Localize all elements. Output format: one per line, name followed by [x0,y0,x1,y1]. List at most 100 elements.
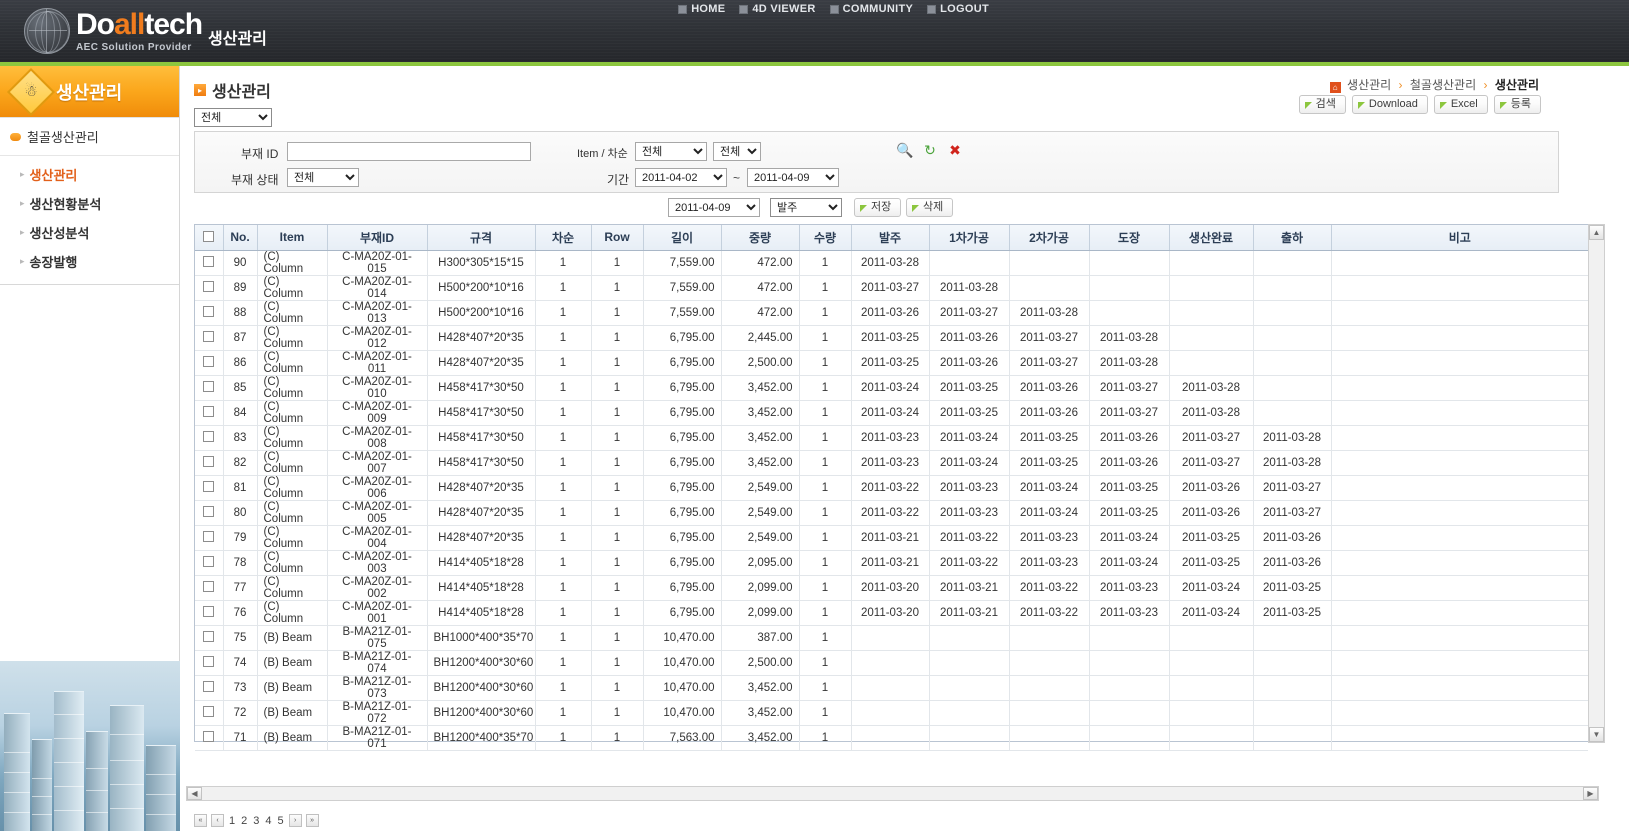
scope-select[interactable]: 전체 [194,108,272,127]
page-number-3[interactable]: 3 [252,815,260,827]
batch-date-select[interactable]: 2011-04-09 [668,198,760,217]
batch-select[interactable]: 전체 [713,142,761,161]
row-select-cell[interactable] [195,275,224,301]
save-button[interactable]: 저장 [854,198,902,217]
page-number-2[interactable]: 2 [240,815,248,827]
row-checkbox[interactable] [203,731,215,742]
row-checkbox[interactable] [203,456,215,467]
row-checkbox[interactable] [203,406,215,417]
col-row[interactable]: Row [591,225,644,251]
table-row[interactable]: 81 (C) Column C-MA20Z-01-006 H428*407*20*35… [195,475,1588,501]
close-icon[interactable]: ✖ [945,140,965,160]
excel-button[interactable]: Excel [1433,95,1488,114]
page-prev-button[interactable]: ‹ [211,814,224,827]
page-number-4[interactable]: 4 [264,815,272,827]
search-icon[interactable]: 🔍 [895,140,915,160]
table-row[interactable]: 82 (C) Column C-MA20Z-01-007 H458*417*30*50… [195,450,1588,476]
sidebar-group-steel-production[interactable]: 철골생산관리 [0,118,179,156]
col-note[interactable]: 비고 [1331,225,1588,251]
row-select-cell[interactable] [195,400,224,426]
breadcrumb-item-1[interactable]: 생산관리 [1347,78,1391,92]
col-item[interactable]: Item [257,225,328,251]
col-quantity[interactable]: 수량 [799,225,852,251]
row-checkbox[interactable] [203,256,215,267]
row-checkbox[interactable] [203,681,215,692]
col-batch[interactable]: 차순 [535,225,592,251]
row-checkbox[interactable] [203,631,215,642]
col-no[interactable]: No. [223,225,258,251]
row-select-cell[interactable] [195,350,224,376]
date-to-select[interactable]: 2011-04-09 [747,168,839,187]
brand-logo[interactable]: Doalltech AEC Solution Provider [24,8,203,54]
table-row[interactable]: 80 (C) Column C-MA20Z-01-005 H428*407*20*35… [195,500,1588,526]
row-select-cell[interactable] [195,625,224,651]
row-checkbox[interactable] [203,606,215,617]
row-checkbox[interactable] [203,656,215,667]
col-spec[interactable]: 규격 [427,225,536,251]
row-checkbox[interactable] [203,431,215,442]
row-select-cell[interactable] [195,375,224,401]
date-from-select[interactable]: 2011-04-02 [635,168,727,187]
page-first-button[interactable]: « [194,814,207,827]
table-row[interactable]: 90 (C) Column C-MA20Z-01-015 H300*305*15*15… [195,250,1588,276]
table-row[interactable]: 72 (B) Beam B-MA21Z-01-072 BH1200*400*30*60… [195,700,1588,726]
nav-4d-viewer[interactable]: 4D VIEWER [739,3,815,15]
row-select-cell[interactable] [195,650,224,676]
table-row[interactable]: 83 (C) Column C-MA20Z-01-008 H458*417*30*50… [195,425,1588,451]
sidebar-item-production-management[interactable]: ▸ 생산관리 [0,160,179,189]
col-weight[interactable]: 중량 [721,225,800,251]
page-number-5[interactable]: 5 [277,815,285,827]
table-row[interactable]: 79 (C) Column C-MA20Z-01-004 H428*407*20*35… [195,525,1588,551]
row-checkbox[interactable] [203,356,215,367]
refresh-icon[interactable]: ↻ [920,140,940,160]
table-row[interactable]: 88 (C) Column C-MA20Z-01-013 H500*200*10*16… [195,300,1588,326]
page-next-button[interactable]: › [288,814,302,827]
col-shipping[interactable]: 출하 [1253,225,1332,251]
row-select-cell[interactable] [195,325,224,351]
row-checkbox[interactable] [203,381,215,392]
table-row[interactable]: 76 (C) Column C-MA20Z-01-001 H414*405*18*28… [195,600,1588,626]
col-painting[interactable]: 도장 [1089,225,1170,251]
row-select-cell[interactable] [195,525,224,551]
stage-select[interactable]: 발주 [770,198,842,217]
col-length[interactable]: 길이 [643,225,722,251]
search-button[interactable]: 검색 [1298,95,1346,114]
nav-community[interactable]: COMMUNITY [829,3,914,15]
row-select-cell[interactable] [195,500,224,526]
col-process-1[interactable]: 1차가공 [929,225,1010,251]
item-select[interactable]: 전체 [635,142,707,161]
member-id-input[interactable] [287,142,531,161]
row-select-cell[interactable] [195,550,224,576]
row-select-cell[interactable] [195,600,224,626]
table-row[interactable]: 71 (B) Beam B-MA21Z-01-071 BH1200*400*35*70… [195,725,1588,751]
row-checkbox[interactable] [203,331,215,342]
row-checkbox[interactable] [203,281,215,292]
table-row[interactable]: 86 (C) Column C-MA20Z-01-011 H428*407*20*35… [195,350,1588,376]
page-number-1[interactable]: 1 [228,815,236,827]
col-member-id[interactable]: 부재ID [327,225,428,251]
table-row[interactable]: 77 (C) Column C-MA20Z-01-002 H414*405*18*28… [195,575,1588,601]
scroll-down-icon[interactable]: ▼ [1589,727,1604,742]
sidebar-item-invoice-issue[interactable]: ▸ 송장발행 [0,247,179,276]
row-select-cell[interactable] [195,300,224,326]
table-row[interactable]: 75 (B) Beam B-MA21Z-01-075 BH1000*400*35*70… [195,625,1588,651]
nav-logout[interactable]: LOGOUT [927,3,989,15]
page-last-button[interactable]: » [305,814,319,827]
row-select-cell[interactable] [195,425,224,451]
col-production-complete[interactable]: 생산완료 [1169,225,1254,251]
table-row[interactable]: 73 (B) Beam B-MA21Z-01-073 BH1200*400*30*60… [195,675,1588,701]
select-all-checkbox[interactable] [203,231,215,243]
delete-button[interactable]: 삭제 [906,198,954,217]
table-row[interactable]: 85 (C) Column C-MA20Z-01-010 H458*417*30*50… [195,375,1588,401]
horizontal-scrollbar[interactable]: ◀ ▶ [186,786,1599,801]
sidebar-item-productivity-analysis[interactable]: ▸ 생산성분석 [0,218,179,247]
row-select-cell[interactable] [195,675,224,701]
download-button[interactable]: Download [1351,95,1428,114]
register-button[interactable]: 등록 [1493,95,1541,114]
table-row[interactable]: 74 (B) Beam B-MA21Z-01-074 BH1200*400*30*60… [195,650,1588,676]
row-select-cell[interactable] [195,575,224,601]
table-row[interactable]: 89 (C) Column C-MA20Z-01-014 H500*200*10*16… [195,275,1588,301]
table-row[interactable]: 84 (C) Column C-MA20Z-01-009 H458*417*30*50… [195,400,1588,426]
row-select-cell[interactable] [195,475,224,501]
vertical-scrollbar[interactable]: ▲ ▼ [1588,224,1605,743]
